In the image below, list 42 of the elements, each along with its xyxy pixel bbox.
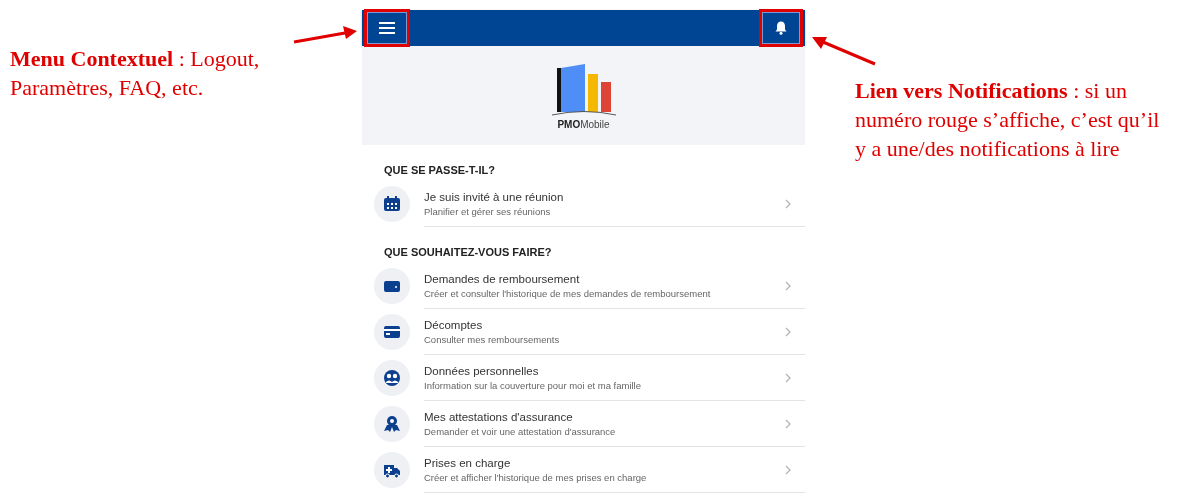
item-subtitle: Consulter mes remboursements	[424, 332, 561, 346]
menu-icon	[379, 22, 395, 34]
list-item[interactable]: Mes attestations d'assurance Demander et voir une attestation d'assurance	[362, 401, 805, 447]
arrow	[293, 26, 359, 44]
section-heading: QUE SE PASSE-T-IL?	[383, 163, 497, 178]
item-title: Demandes de remboursement	[424, 271, 581, 287]
chevron-icon	[785, 372, 791, 383]
list-item[interactable]: Données personnelles Information sur la couverture pour moi et ma famille	[362, 355, 805, 401]
item-subtitle: Planifier et gérer ses réunions	[424, 204, 552, 218]
item-subtitle: Demander et voir une attestation d'assurance	[424, 424, 617, 438]
list-item[interactable]: Je suis invité à une réunion Planifier et gérer ses réunions	[362, 181, 805, 227]
notifications-button[interactable]	[759, 9, 803, 47]
item-subtitle: Créer et afficher l'historique de mes prises en charge	[424, 470, 648, 484]
credit-card-icon	[374, 314, 410, 350]
arrow	[811, 36, 877, 66]
wallet-icon	[374, 268, 410, 304]
list-item[interactable]: Prises en charge Créer et afficher l'historique de mes prises en charge	[362, 447, 805, 493]
calendar-icon	[374, 186, 410, 222]
item-title: Mes attestations d'assurance	[424, 409, 574, 425]
menu-button[interactable]	[364, 9, 410, 47]
item-title: Je suis invité à une réunion	[424, 189, 565, 205]
item-title: Données personnelles	[424, 363, 540, 379]
item-title: Décomptes	[424, 317, 484, 333]
item-subtitle: Information sur la couverture pour moi et ma famille	[424, 378, 642, 392]
item-subtitle: Créer et consulter l'historique de mes demandes de remboursement	[424, 286, 712, 300]
chevron-icon	[785, 418, 791, 429]
logo-wordmark: PMOMobile	[557, 118, 610, 130]
chevron-icon	[785, 198, 791, 209]
people-icon	[374, 360, 410, 396]
bell-icon	[775, 21, 787, 35]
award-icon	[374, 406, 410, 442]
list-item[interactable]: Demandes de remboursement Créer et consulter l'historique de mes demandes de remboursement	[362, 263, 805, 309]
list-item[interactable]: Décomptes Consulter mes remboursements	[362, 309, 805, 355]
item-title: Prises en charge	[424, 455, 512, 471]
chevron-icon	[785, 280, 791, 291]
ambulance-icon	[374, 452, 410, 488]
chevron-icon	[785, 464, 791, 475]
annotation-text: Lien vers Notifications : si un numéro rouge s’affiche, c’est qu’il y a une/des notifications à lire	[855, 77, 1161, 163]
logo-icon	[550, 61, 617, 116]
annotation-text: Menu Contextuel : Logout, Paramètres, FAQ, etc.	[10, 45, 261, 102]
section-heading: QUE SOUHAITEZ-VOUS FAIRE?	[383, 245, 553, 260]
chevron-icon	[785, 326, 791, 337]
